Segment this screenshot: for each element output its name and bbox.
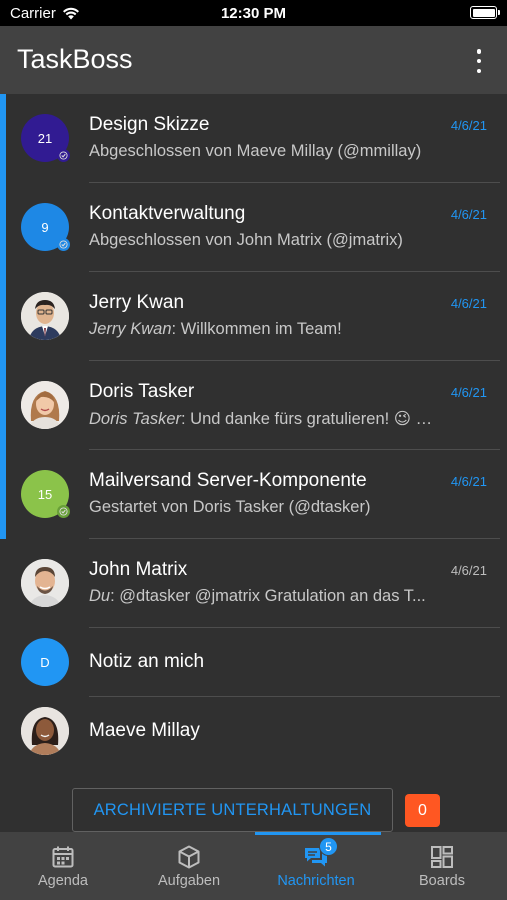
conversation-row[interactable]: 21 Design Skizze 4/6/21 Abgeschlossen von M… — [0, 94, 507, 183]
conversation-date: 4/6/21 — [450, 474, 487, 489]
task-check-icon — [57, 505, 70, 518]
bottom-tab-bar: Agenda Aufgaben 5 Nachrichten Boards — [0, 832, 507, 900]
status-bar: Carrier 12:30 PM — [0, 0, 507, 26]
battery-icon — [470, 6, 500, 19]
conversation-name: Maeve Millay — [89, 720, 200, 741]
unread-indicator — [0, 94, 6, 183]
calendar-icon — [50, 844, 76, 870]
conversation-date: 4/6/21 — [450, 563, 487, 578]
avatar: D — [21, 638, 69, 686]
avatar — [21, 381, 69, 429]
unread-indicator — [0, 183, 6, 272]
tab-boards[interactable]: Boards — [379, 832, 505, 900]
conversation-date: 4/6/21 — [450, 296, 487, 311]
conversation-row[interactable]: Maeve Millay — [0, 697, 507, 766]
conversation-row[interactable]: D Notiz an mich — [0, 628, 507, 697]
conversation-row[interactable]: Doris Tasker 4/6/21 Doris Tasker: Und dank… — [0, 361, 507, 450]
preview-author: Doris Tasker — [89, 410, 181, 428]
tab-label: Aufgaben — [157, 873, 221, 889]
app-title: TaskBoss — [17, 44, 133, 74]
conversation-name: John Matrix — [89, 559, 188, 580]
avatar — [21, 292, 69, 340]
archive-section: ARCHIVIERTE UNTERHALTUNGEN 0 — [0, 788, 507, 832]
preview-author: Du — [89, 587, 111, 605]
conversation-name: Notiz an mich — [89, 651, 205, 672]
conversation-name: Kontaktverwaltung — [89, 203, 246, 224]
conversation-name: Mailversand Server-Komponente — [89, 470, 367, 491]
conversation-row[interactable]: Jerry Kwan 4/6/21 Jerry Kwan: Willkommen i… — [0, 272, 507, 361]
conversation-date: 4/6/21 — [450, 118, 487, 133]
chat-icon: 5 — [303, 837, 338, 870]
avatar-text: 21 — [37, 130, 53, 146]
conversation-row[interactable]: 15 Mailversand Server-Komponente 4/6/21 Ges… — [0, 450, 507, 539]
unread-messages-badge: 5 — [319, 837, 338, 856]
preview-text: Abgeschlossen von Maeve Millay (@mmillay… — [89, 142, 422, 160]
avatar: 9 — [21, 203, 70, 251]
grid-icon — [429, 844, 455, 870]
preview-text: : Willkommen im Team! — [171, 320, 342, 338]
tab-label: Nachrichten — [277, 873, 355, 889]
conversation-list: 21 Design Skizze 4/6/21 Abgeschlossen von M… — [0, 94, 507, 766]
conversation-name: Design Skizze — [89, 114, 210, 135]
tab-label: Boards — [419, 873, 465, 889]
avatar: 21 — [21, 114, 70, 162]
tab-agenda[interactable]: Agenda — [0, 832, 126, 900]
task-check-icon — [57, 238, 70, 251]
unread-indicator — [0, 272, 6, 361]
unread-indicator — [0, 450, 6, 539]
conversation-preview: Doris Tasker: Und danke fürs gratulieren… — [89, 409, 484, 429]
avatar-text: 9 — [41, 219, 49, 235]
conversation-preview: Abgeschlossen von Maeve Millay (@mmillay… — [89, 142, 484, 161]
conversation-preview: Gestartet von Doris Tasker (@dtasker) — [89, 498, 484, 517]
avatar — [21, 559, 69, 607]
box-icon — [176, 844, 202, 870]
conversation-row[interactable]: John Matrix 4/6/21 Du: @dtasker @jmatrix G… — [0, 539, 507, 628]
avatar: 15 — [21, 470, 70, 518]
avatar — [21, 707, 69, 755]
tab-aufgaben[interactable]: Aufgaben — [126, 832, 252, 900]
archived-count-badge: 0 — [405, 794, 440, 827]
conversation-preview: Du: @dtasker @jmatrix Gratulation an das… — [89, 587, 484, 606]
clock: 12:30 PM — [220, 5, 287, 22]
unread-indicator — [0, 361, 6, 450]
preview-text: : Und danke fürs gratulieren! 😉 … — [181, 410, 433, 428]
task-check-icon — [57, 149, 70, 162]
conversation-row[interactable]: 9 Kontaktverwaltung 4/6/21 Abgeschlossen vo… — [0, 183, 507, 272]
preview-text: Gestartet von Doris Tasker (@dtasker) — [89, 498, 371, 516]
preview-text: : @dtasker @jmatrix Gratulation an das T… — [110, 587, 426, 605]
avatar-text: 15 — [37, 486, 53, 502]
conversation-date: 4/6/21 — [450, 207, 487, 222]
conversation-preview: Abgeschlossen von John Matrix (@jmatrix) — [89, 231, 484, 250]
conversation-name: Jerry Kwan — [89, 292, 185, 313]
conversation-name: Doris Tasker — [89, 381, 195, 402]
avatar-text: D — [40, 654, 50, 670]
preview-text: Abgeschlossen von John Matrix (@jmatrix) — [89, 231, 403, 249]
preview-author: Jerry Kwan — [89, 320, 172, 338]
tab-label: Agenda — [38, 873, 88, 889]
archived-conversations-button[interactable]: ARCHIVIERTE UNTERHALTUNGEN — [72, 788, 393, 832]
conversation-date: 4/6/21 — [450, 385, 487, 400]
more-menu-icon[interactable] — [469, 49, 489, 73]
conversation-preview: Jerry Kwan: Willkommen im Team! — [89, 320, 484, 339]
tab-nachrichten[interactable]: 5 Nachrichten — [253, 832, 379, 900]
app-bar: TaskBoss — [0, 26, 507, 94]
